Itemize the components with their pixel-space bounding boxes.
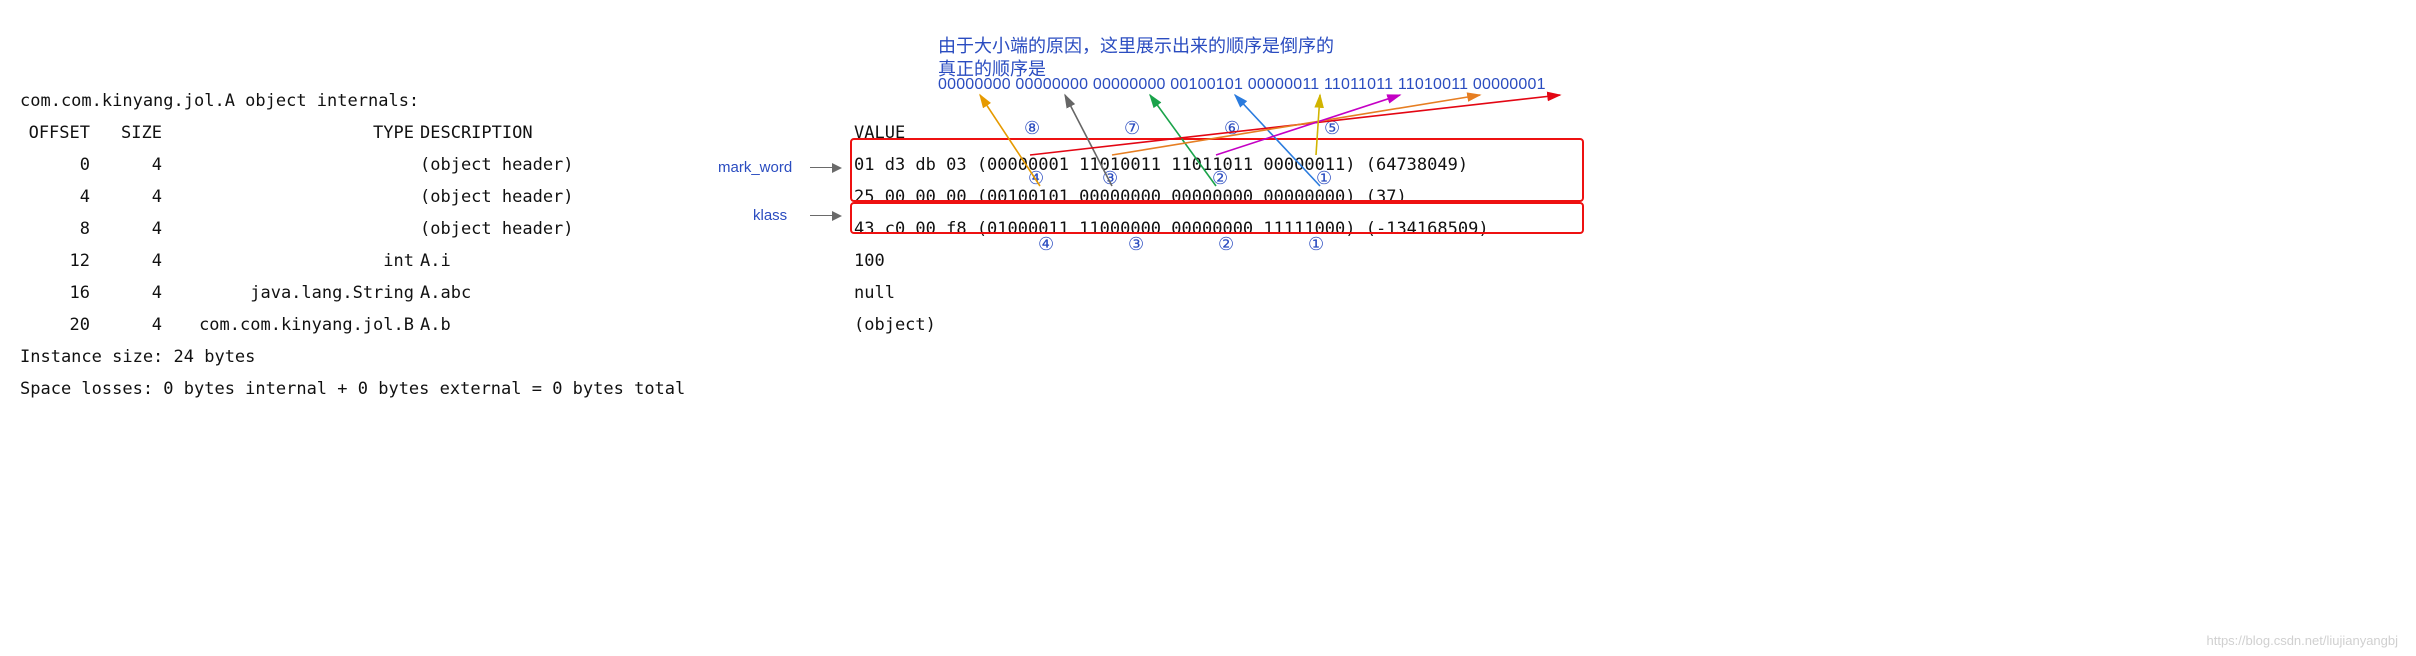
value-row-5: (object) <box>850 309 936 341</box>
seq-mid-2: ② <box>1212 168 1228 189</box>
table-row: 16 4 java.lang.String A.abc null <box>20 277 1489 309</box>
watermark: https://blog.csdn.net/liujianyangbj <box>2206 633 2398 648</box>
seq-top-8: ⑧ <box>1024 118 1040 139</box>
value-row-3: 100 <box>850 245 885 277</box>
jol-output: com.com.kinyang.jol.A object internals: … <box>20 85 1489 405</box>
seq-top-7: ⑦ <box>1124 118 1140 139</box>
hdr-desc: DESCRIPTION <box>420 117 850 149</box>
table-row: 20 4 com.com.kinyang.jol.B A.b (object) <box>20 309 1489 341</box>
true-order-bits: 00000000 00000000 00000000 00100101 0000… <box>938 76 1546 94</box>
hdr-type: TYPE <box>174 117 420 149</box>
hdr-size: SIZE <box>102 117 174 149</box>
seq-bot-2: ② <box>1218 234 1234 255</box>
seq-top-5: ⑤ <box>1324 118 1340 139</box>
hdr-offset: OFFSET <box>20 117 102 149</box>
value-row-2: 43 c0 00 f8 (01000011 11000000 00000000 … <box>850 213 1489 245</box>
seq-bot-1: ① <box>1308 234 1324 255</box>
table-row: 12 4 int A.i 100 <box>20 245 1489 277</box>
value-row-4: null <box>850 277 895 309</box>
seq-top-6: ⑥ <box>1224 118 1240 139</box>
arrow-icon <box>810 167 840 168</box>
footer-space-losses: Space losses: 0 bytes internal + 0 bytes… <box>20 373 685 405</box>
label-klass: klass <box>753 207 787 224</box>
label-mark-word: mark_word <box>718 159 792 176</box>
seq-mid-3: ③ <box>1102 168 1118 189</box>
title: com.com.kinyang.jol.A object internals: <box>20 85 419 117</box>
arrow-icon <box>810 215 840 216</box>
value-row-0: 01 d3 db 03 (00000001 11010011 11011011 … <box>850 149 1468 181</box>
seq-mid-4: ④ <box>1028 168 1044 189</box>
seq-bot-4: ④ <box>1038 234 1054 255</box>
seq-bot-3: ③ <box>1128 234 1144 255</box>
hdr-value: VALUE <box>850 117 905 149</box>
seq-mid-1: ① <box>1316 168 1332 189</box>
header-row: OFFSET SIZE TYPE DESCRIPTION VALUE <box>20 117 1489 149</box>
footer-instance-size: Instance size: 24 bytes <box>20 341 255 373</box>
